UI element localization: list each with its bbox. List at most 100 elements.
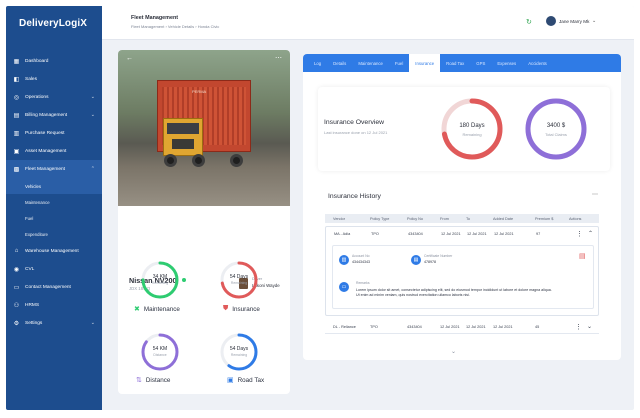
status-dot: [182, 278, 186, 282]
truck-wheel: [230, 154, 243, 167]
sidebar-item-purchase-request[interactable]: ▥ Purchase Request: [6, 124, 102, 142]
stat-value: 54 KM: [152, 346, 168, 352]
chevron-down-icon[interactable]: ⌄: [91, 94, 95, 100]
stat-label-maintenance: ✖ Maintenance: [134, 305, 180, 314]
remarks-icon: ▭: [339, 282, 349, 292]
stat-sub: Distance: [153, 353, 167, 357]
col-premium[interactable]: Premium $: [535, 217, 553, 221]
user-name[interactable]: Jane Marry Mk: [559, 19, 589, 24]
sidebar-item-settings[interactable]: ⚙ Settings ⌄: [6, 314, 102, 332]
tab-log[interactable]: Log: [308, 54, 327, 72]
history-more-icon[interactable]: ⋯: [592, 191, 598, 198]
remarks-label: Remarks: [356, 281, 370, 285]
purchase-icon: ▥: [13, 130, 20, 137]
sidebar-item-label: Asset Management: [25, 148, 67, 154]
cell-to: 12 Jul 2021: [466, 325, 486, 329]
sidebar-item-sales[interactable]: ◧ Sales: [6, 70, 102, 88]
tab-accidents[interactable]: Accidents: [522, 54, 553, 72]
overview-title: Insurance Overview: [324, 119, 385, 126]
truck-wheel: [192, 154, 205, 167]
wrench-icon: ✖: [134, 306, 140, 313]
sidebar-subitem-expenditure[interactable]: Expenditure: [6, 226, 102, 242]
table-row[interactable]: DL - Reliance TPO 4343404 12 Jul 2021 12…: [325, 320, 599, 334]
sidebar-item-cvl[interactable]: ◉ CVL: [6, 260, 102, 278]
tax-icon: ▣: [227, 377, 234, 384]
shield-icon: ⛊: [223, 305, 229, 312]
ring-svg: [220, 333, 258, 371]
stat-sub: Remaining: [151, 281, 169, 285]
tab-fuel[interactable]: Fuel: [389, 54, 409, 72]
sidebar-subitem-fuel[interactable]: Fuel: [6, 210, 102, 226]
sidebar-item-billing-management[interactable]: ▤ Billing Management ⌄: [6, 106, 102, 124]
expand-icon[interactable]: ⌄: [587, 323, 592, 330]
cell-no: 4343404: [408, 232, 423, 236]
chevron-down-icon[interactable]: ⌄: [91, 112, 95, 118]
certificate-label: Certificate Number: [424, 254, 453, 258]
sidebar-subitem-maintenance[interactable]: Maintenance: [6, 194, 102, 210]
route-icon: ⇅: [136, 377, 142, 384]
pdf-icon[interactable]: ▤: [579, 252, 586, 260]
cell-premium: 97: [536, 232, 541, 236]
ring-svg: [141, 333, 179, 371]
cell-type: TPO: [371, 232, 379, 236]
sidebar-item-label: Settings: [25, 320, 43, 326]
truck-wheel: [164, 154, 177, 167]
actions-icon[interactable]: ⋮: [576, 230, 583, 238]
account-label: Account No: [352, 254, 370, 258]
tab-bar: Log Details Maintenance Fuel Insurance Road T…: [303, 54, 621, 72]
tab-details[interactable]: Details: [327, 54, 352, 72]
tab-gps[interactable]: GPS: [470, 54, 491, 72]
sidebar-item-contact-management[interactable]: ▭ Contact Management: [6, 278, 102, 296]
top-bar: Fleet Management Fleet Management › Vehi…: [102, 6, 634, 40]
tab-insurance[interactable]: Insurance: [409, 54, 441, 72]
col-policy-no[interactable]: Policy No: [407, 217, 423, 221]
sidebar-item-operations[interactable]: ◎ Operations ⌄: [6, 88, 102, 106]
sidebar-item-warehouse-management[interactable]: ⌂ Warehouse Management: [6, 242, 102, 260]
chevron-down-icon[interactable]: ⌄: [91, 320, 95, 326]
sidebar-subitem-vehicles[interactable]: Vehicles: [6, 178, 102, 194]
cvl-icon: ◉: [13, 266, 20, 273]
stat-label-text: Road Tax: [237, 376, 265, 384]
more-icon[interactable]: ⋯: [275, 54, 282, 62]
ring-svg: [220, 261, 258, 299]
cell-vendor: DL - Reliance: [333, 325, 356, 329]
overview-subtitle: Last insurance done on 12 Jul 2021: [324, 130, 388, 135]
col-to[interactable]: To: [466, 217, 470, 221]
sidebar-item-fleet-management[interactable]: ▩ Fleet Management ⌃: [6, 160, 102, 178]
chevron-up-icon[interactable]: ⌃: [91, 166, 95, 172]
remarks-text: Lorem ipsum dolor sit amet, consectetur …: [356, 288, 552, 297]
stat-label-text: Insurance: [232, 305, 260, 313]
refresh-icon[interactable]: ↻: [526, 18, 532, 26]
tab-maintenance[interactable]: Maintenance: [352, 54, 389, 72]
sidebar-item-dashboard[interactable]: ▦ Dashboard: [6, 52, 102, 70]
app-logo: DeliveryLogiX: [19, 18, 87, 29]
sidebar-item-hrms[interactable]: ⚇ HRMS: [6, 296, 102, 314]
stat-value: 54 Days: [229, 346, 249, 352]
avatar[interactable]: [546, 16, 556, 26]
history-title: Insurance History: [328, 193, 381, 200]
days-sub: Remaining: [462, 132, 482, 137]
tab-expenses[interactable]: Expenses: [491, 54, 522, 72]
collapse-icon[interactable]: ⌃: [588, 230, 593, 237]
col-policy-type[interactable]: Policy Type: [370, 217, 389, 221]
stat-value: 34 KM: [152, 274, 168, 280]
tab-road-tax[interactable]: Road Tax: [440, 54, 470, 72]
billing-icon: ▤: [13, 112, 20, 119]
chevron-down-icon[interactable]: ⌄: [592, 18, 596, 24]
cell-no: 4343404: [407, 325, 422, 329]
table-row[interactable]: MA - Adia TPO 4343404 12 Jul 2021 12 Jul…: [325, 226, 599, 316]
sidebar-item-label: Purchase Request: [25, 130, 65, 136]
contact-icon: ▭: [13, 284, 20, 291]
chevron-down-icon[interactable]: ⌄: [451, 348, 456, 355]
col-vendor[interactable]: Vendor: [333, 217, 345, 221]
col-added-date[interactable]: Added Date: [493, 217, 513, 221]
sidebar-item-asset-management[interactable]: ▣ Asset Management: [6, 142, 102, 160]
claims-ring-arc: [525, 98, 587, 160]
table-header: Vendor Policy Type Policy No From To Add…: [325, 214, 599, 223]
back-arrow-icon[interactable]: ←: [126, 55, 133, 62]
actions-icon[interactable]: ⋮: [575, 323, 582, 331]
col-from[interactable]: From: [440, 217, 449, 221]
sidebar-item-label: Warehouse Management: [25, 248, 79, 254]
stat-ring-distance: 54 KM Distance: [140, 332, 180, 372]
stat-label-distance: ⇅ Distance: [136, 376, 170, 385]
